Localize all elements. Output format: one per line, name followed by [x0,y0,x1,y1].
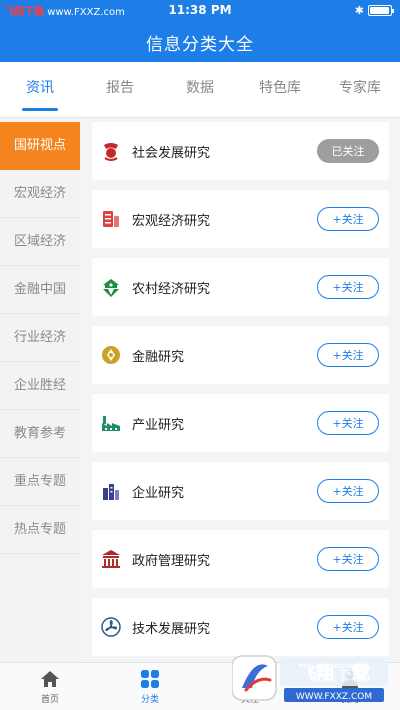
category-label: 政府管理研究 [132,553,211,569]
follow-button[interactable]: +关注 [317,207,379,231]
tab-4[interactable]: 专家库 [320,62,400,117]
bottom-nav-label: 我的 [340,695,359,705]
category-card[interactable]: 金融研究 +关注 [92,326,389,384]
grid-icon [139,668,161,690]
tab-1[interactable]: 报告 [80,62,160,117]
home-icon [39,668,61,690]
sidebar-item-5[interactable]: 企业胜经 [0,362,80,410]
rural-economy-icon [100,276,122,298]
tab-0[interactable]: 资讯 [0,62,80,117]
bottom-nav-profile[interactable]: 我的 [300,663,400,710]
profile-icon [339,668,361,690]
battery-icon [368,5,394,16]
followed-button[interactable]: 已关注 [317,139,379,163]
category-sidebar: 国研视点 宏观经济 区域经济 金融中国 行业经济 企业胜经 教育参考 重点专题 热点专题 [0,122,80,662]
bottom-nav-label: 首页 [40,695,59,705]
sidebar-item-6[interactable]: 教育参考 [0,410,80,458]
category-label: 金融研究 [132,349,185,365]
social-development-icon [100,140,122,162]
category-card[interactable]: 宏观经济研究 +关注 [92,190,389,248]
technology-fan-icon [100,616,122,638]
top-tab-bar: 资讯 报告 数据 特色库 专家库 [0,62,400,118]
macro-economy-icon [100,208,122,230]
battery-fill [370,7,389,14]
sidebar-item-2[interactable]: 区域经济 [0,218,80,266]
follow-button[interactable]: +关注 [317,411,379,435]
sidebar-item-1[interactable]: 宏观经济 [0,170,80,218]
follow-button[interactable]: +关注 [317,275,379,299]
follow-button[interactable]: +关注 [317,479,379,503]
app-header: 飞翔下载 www.FXXZ.com 11:38 PM ✱ 信息分类大全 [0,0,400,62]
category-label: 宏观经济研究 [132,213,211,229]
industry-factory-icon [100,412,122,434]
bottom-tab-bar: 首页 分类 关注 我的 [0,662,400,710]
bluetooth-icon: ✱ [354,4,364,17]
sidebar-item-7[interactable]: 重点专题 [0,458,80,506]
category-card[interactable]: 农村经济研究 +关注 [92,258,389,316]
follow-button[interactable]: +关注 [317,343,379,367]
category-list: 社会发展研究 已关注 宏观经济研究 +关注 农村经济研究 +关注 金融研究 +关注 产业研究 +关… [92,122,389,662]
bottom-nav-label: 关注 [240,695,259,705]
bottom-nav-follow[interactable]: 关注 [200,663,300,710]
category-card[interactable]: 产业研究 +关注 [92,394,389,452]
follow-icon [239,668,261,690]
category-label: 产业研究 [132,417,185,433]
sidebar-item-0[interactable]: 国研视点 [0,122,80,170]
government-building-icon [100,548,122,570]
bottom-nav-label: 分类 [140,695,159,705]
finance-coin-icon [100,344,122,366]
bottom-nav-home[interactable]: 首页 [0,663,100,710]
sidebar-item-4[interactable]: 行业经济 [0,314,80,362]
category-label: 技术发展研究 [132,621,211,637]
bottom-nav-grid[interactable]: 分类 [100,663,200,710]
enterprise-building-icon [100,480,122,502]
sidebar-item-8[interactable]: 热点专题 [0,506,80,554]
status-time: 11:38 PM [168,3,232,17]
tab-3[interactable]: 特色库 [240,62,320,117]
follow-button[interactable]: +关注 [317,615,379,639]
category-card[interactable]: 政府管理研究 +关注 [92,530,389,588]
tab-2[interactable]: 数据 [160,62,240,117]
category-card[interactable]: 社会发展研究 已关注 [92,122,389,180]
status-icons: ✱ [354,4,394,17]
category-label: 农村经济研究 [132,281,211,297]
follow-button[interactable]: +关注 [317,547,379,571]
category-card[interactable]: 企业研究 +关注 [92,462,389,520]
category-label: 社会发展研究 [132,145,211,161]
page-title: 信息分类大全 [146,35,254,55]
category-card[interactable]: 技术发展研究 +关注 [92,598,389,656]
status-bar: 飞翔下载 www.FXXZ.com 11:38 PM ✱ [0,0,400,22]
category-label: 企业研究 [132,485,185,501]
sidebar-item-3[interactable]: 金融中国 [0,266,80,314]
